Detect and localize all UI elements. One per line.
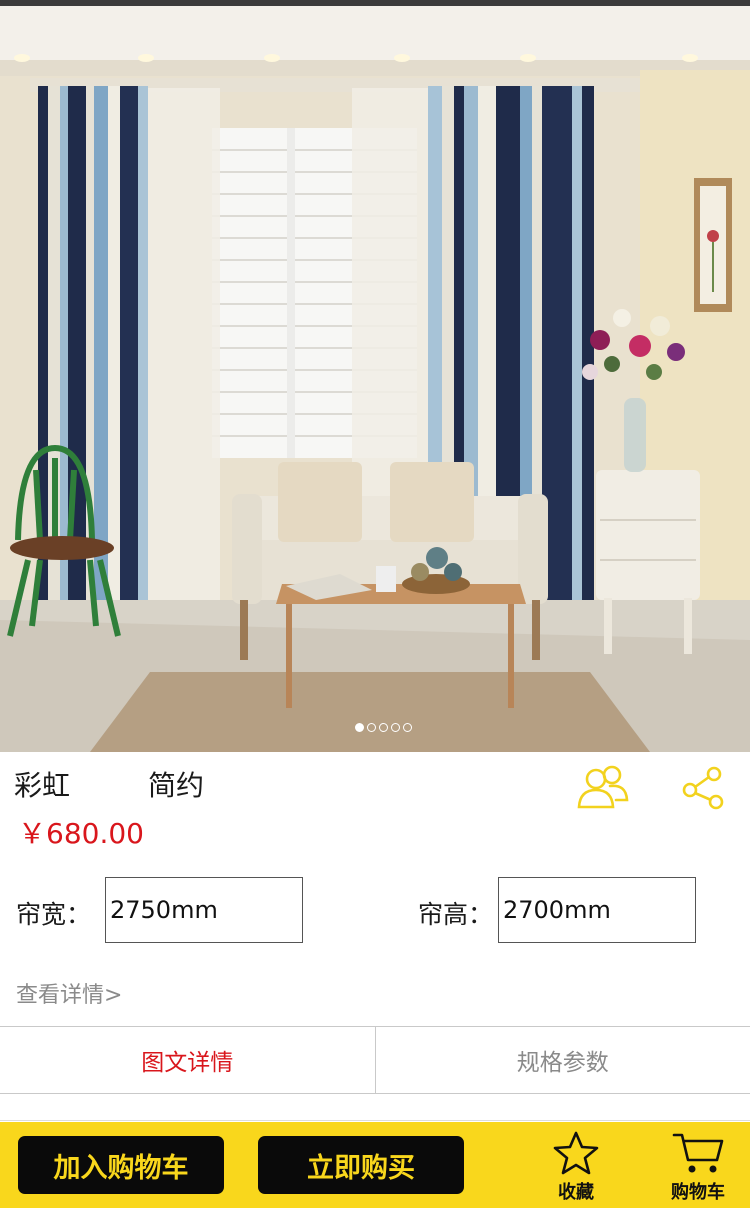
cart-label: 购物车 (671, 1182, 725, 1203)
curtain-height-input[interactable] (498, 877, 696, 943)
product-photo (0, 0, 750, 752)
add-to-cart-button[interactable]: 加入购物车 (18, 1136, 224, 1194)
buy-now-button[interactable]: 立即购买 (258, 1136, 464, 1194)
curtain-width-label: 帘宽： (16, 900, 92, 929)
carousel-indicator (355, 723, 412, 732)
customer-service-icon[interactable] (576, 764, 630, 810)
cart-button[interactable]: 购物车 (664, 1130, 732, 1204)
curtain-height-label: 帘高： (418, 900, 494, 929)
product-title: 彩虹 简约 (14, 764, 282, 804)
curtain-width-input[interactable] (105, 877, 303, 943)
carousel-dot[interactable] (379, 723, 388, 732)
detail-tabs: 图文详情 规格参数 (0, 1026, 750, 1094)
carousel-dot[interactable] (367, 723, 376, 732)
view-details-link[interactable]: 查看详情> (16, 977, 122, 1009)
product-image-carousel[interactable] (0, 0, 750, 752)
share-icon[interactable] (680, 765, 728, 811)
favorite-button[interactable]: 收藏 (548, 1130, 604, 1204)
shopping-cart-icon (672, 1133, 724, 1173)
bottom-action-bar: 加入购物车 立即购买 收藏 购物车 (0, 1122, 750, 1208)
carousel-dot[interactable] (403, 723, 412, 732)
product-price: ￥680.00 (18, 817, 144, 850)
tab-specifications[interactable]: 规格参数 (374, 1027, 750, 1093)
carousel-dot[interactable] (391, 723, 400, 732)
star-icon (553, 1131, 599, 1175)
divider (0, 1120, 750, 1121)
carousel-dot[interactable] (355, 723, 364, 732)
favorite-label: 收藏 (558, 1182, 594, 1203)
tab-image-text-details[interactable]: 图文详情 (0, 1027, 375, 1093)
product-name-part2: 简约 (148, 769, 205, 802)
product-name-part1: 彩虹 (14, 769, 71, 802)
